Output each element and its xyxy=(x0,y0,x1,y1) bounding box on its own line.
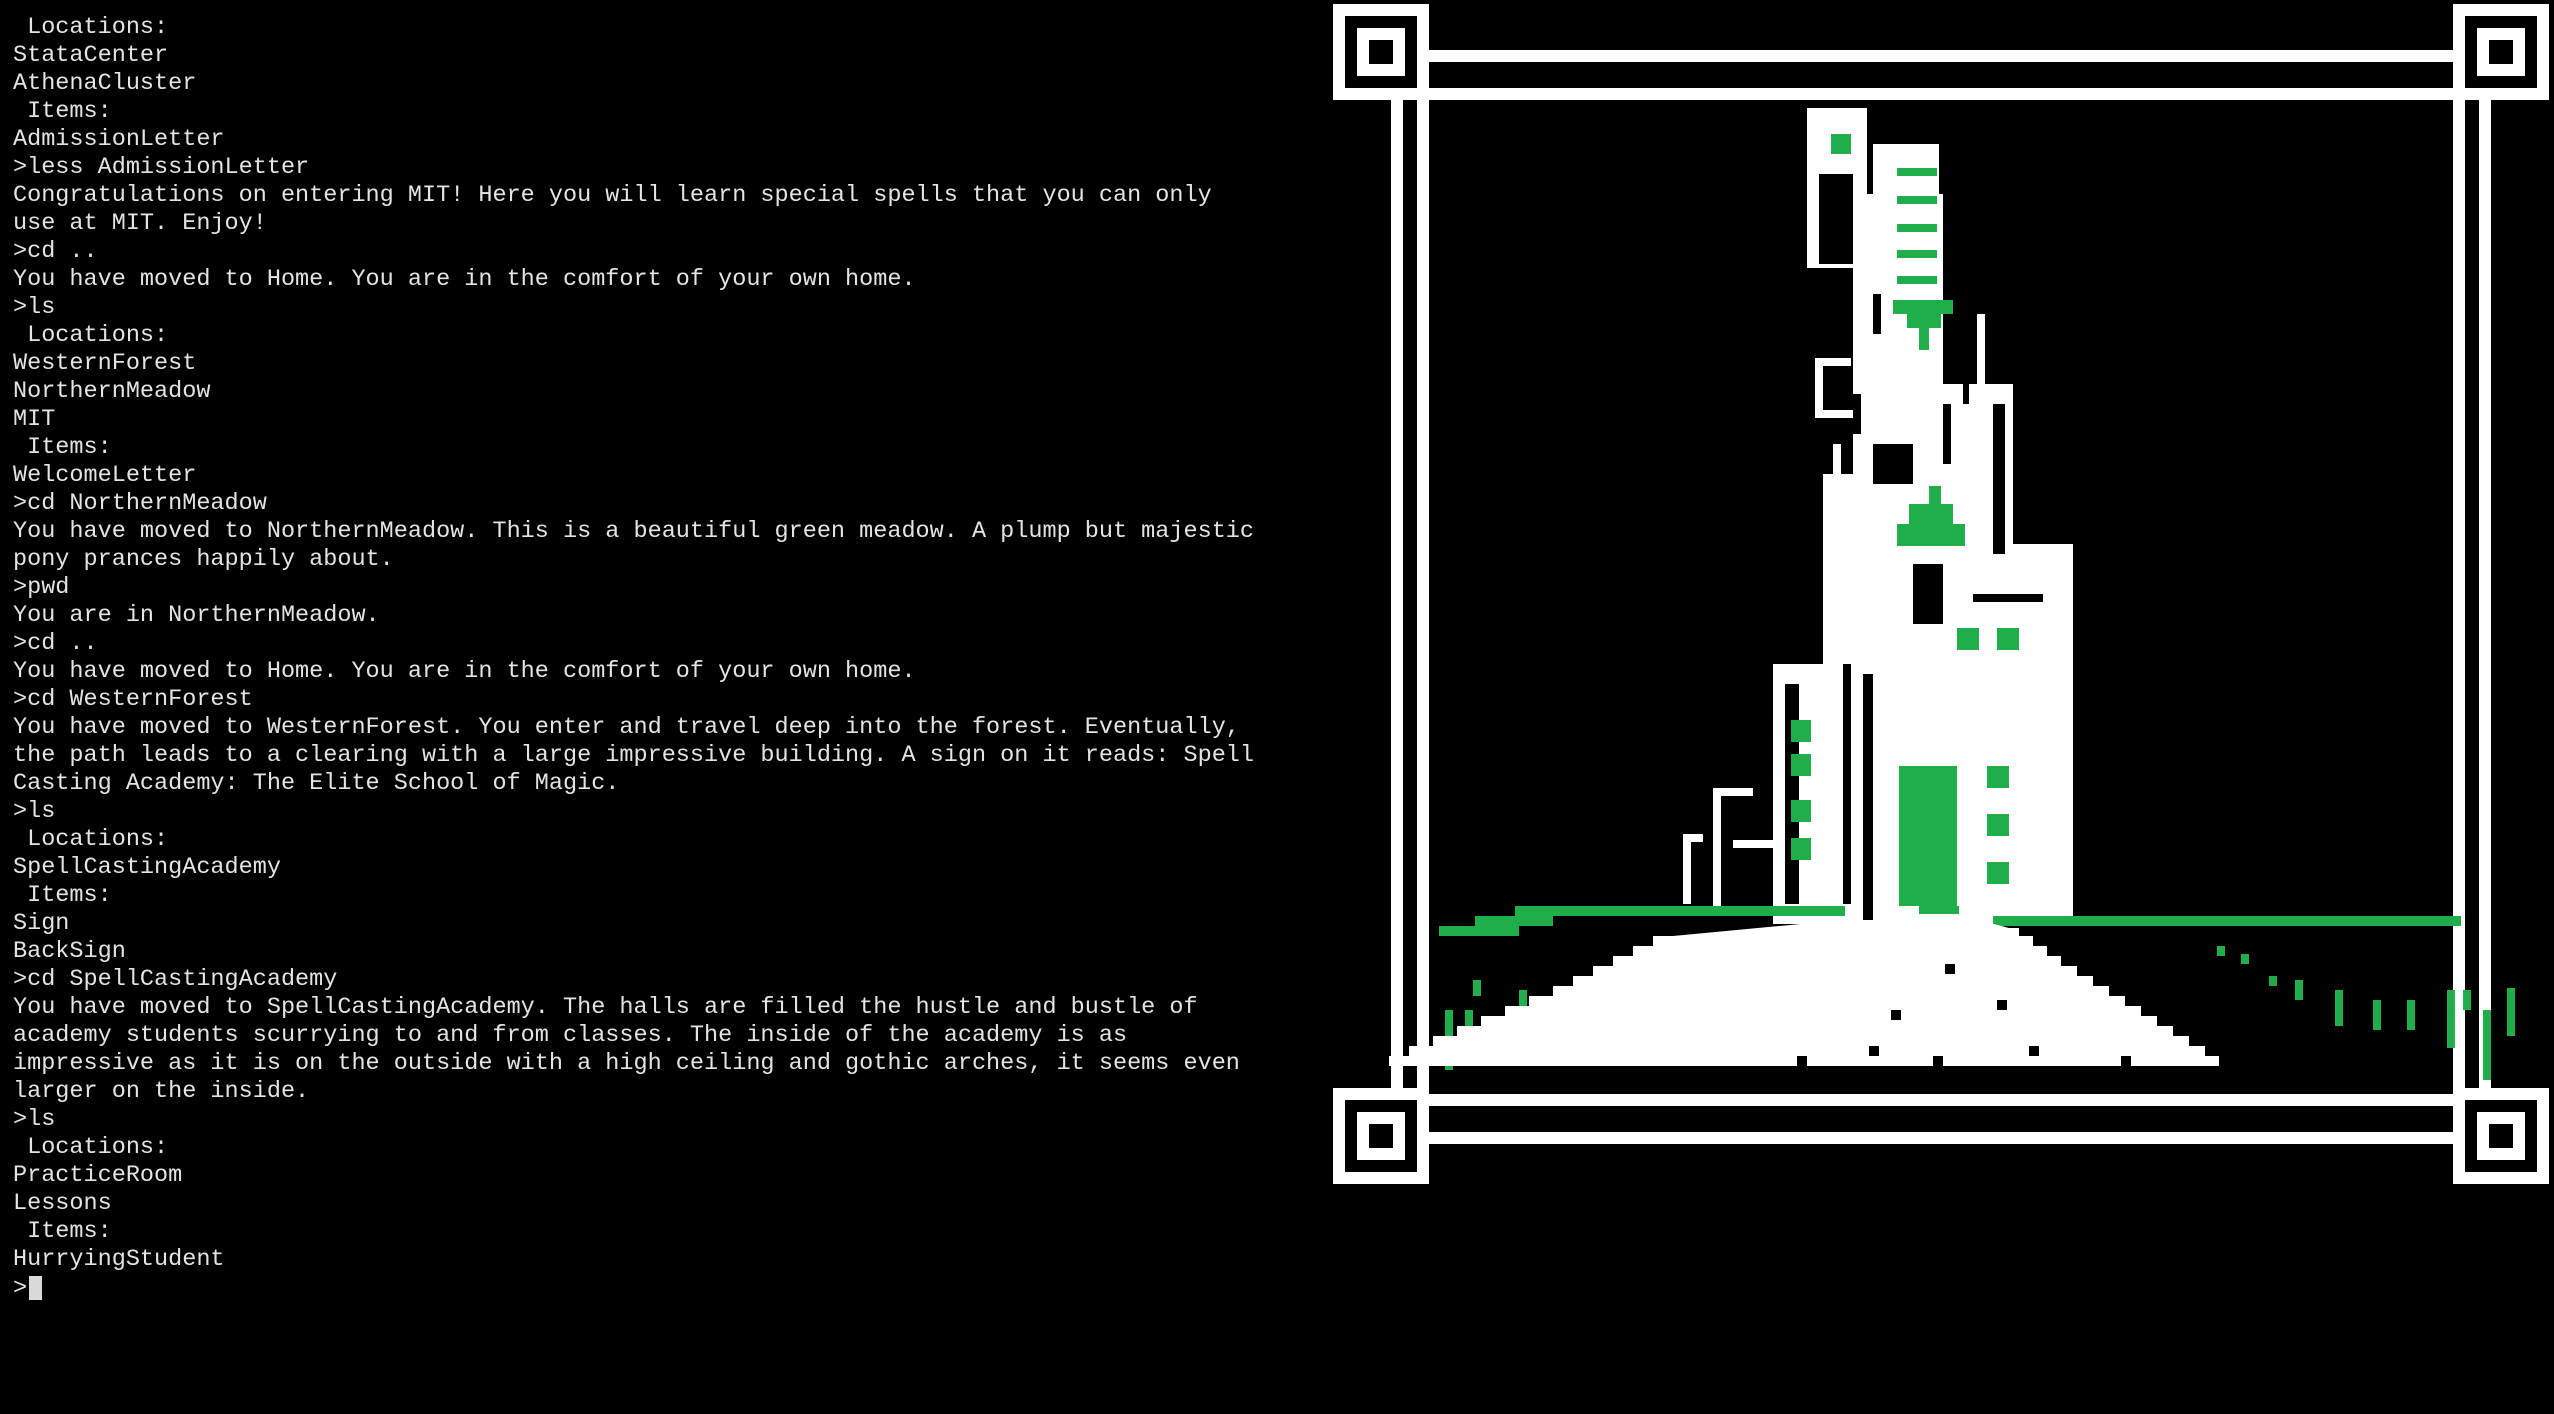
terminal-output-line: SpellCastingAcademy xyxy=(13,854,281,881)
terminal-output-line: academy students scurrying to and from c… xyxy=(13,1022,1128,1049)
terminal-output-line: You are in NorthernMeadow. xyxy=(13,602,380,629)
terminal-output-line: Items: xyxy=(13,434,112,461)
terminal-output-line: HurryingStudent xyxy=(13,1246,225,1273)
terminal-output-line: You have moved to Home. You are in the c… xyxy=(13,266,916,293)
terminal-output-line: PracticeRoom xyxy=(13,1162,183,1189)
terminal-output-line: Locations: xyxy=(13,826,169,853)
terminal-command-line: >cd .. xyxy=(13,630,98,657)
terminal-command-line: >ls xyxy=(13,798,56,825)
terminal-command-line: >less AdmissionLetter xyxy=(13,154,310,181)
terminal-output-line: Locations: xyxy=(13,1134,169,1161)
prompt-symbol: > xyxy=(13,1274,28,1302)
terminal-output-line: You have moved to Home. You are in the c… xyxy=(13,658,916,685)
terminal-output-line: You have moved to NorthernMeadow. This i… xyxy=(13,518,1255,545)
terminal-output-line: Casting Academy: The Elite School of Mag… xyxy=(13,770,620,797)
terminal-command-line: >ls xyxy=(13,1106,56,1133)
terminal-output-line: the path leads to a clearing with a larg… xyxy=(13,742,1255,769)
terminal-window[interactable]: Locations: StataCenter AthenaCluster Items… xyxy=(0,0,1320,1414)
terminal-output-line: Congratulations on entering MIT! Here yo… xyxy=(13,182,1212,209)
terminal-output-line: You have moved to WesternForest. You ent… xyxy=(13,714,1240,741)
terminal-command-line: >cd WesternForest xyxy=(13,686,253,713)
terminal-command-line: >pwd xyxy=(13,574,70,601)
terminal-output-line: Locations: xyxy=(13,14,169,41)
terminal-output-line: AthenaCluster xyxy=(13,70,197,97)
terminal-output-line: AdmissionLetter xyxy=(13,126,225,153)
location-art-panel xyxy=(1320,0,2554,1414)
terminal-command-line: >cd SpellCastingAcademy xyxy=(13,966,338,993)
terminal-output-line: Sign xyxy=(13,910,70,937)
terminal-output-line: larger on the inside. xyxy=(13,1078,310,1105)
terminal-output-line: NorthernMeadow xyxy=(13,378,211,405)
terminal-output-line: use at MIT. Enjoy! xyxy=(13,210,267,237)
academy-tower-illustration xyxy=(1333,4,2549,1184)
terminal-output-line: Lessons xyxy=(13,1190,112,1217)
terminal-output: Locations: StataCenter AthenaCluster Items… xyxy=(13,14,1320,1274)
terminal-output-line: WesternForest xyxy=(13,350,197,377)
path xyxy=(1389,920,2219,1066)
terminal-output-line: impressive as it is on the outside with … xyxy=(13,1050,1240,1077)
terminal-output-line: StataCenter xyxy=(13,42,169,69)
corner-bottom-right xyxy=(2453,1088,2549,1184)
terminal-output-line: MIT xyxy=(13,406,56,433)
terminal-output-line: Items: xyxy=(13,1218,112,1245)
terminal-command-line: >cd NorthernMeadow xyxy=(13,490,267,517)
terminal-command-line: >cd .. xyxy=(13,238,98,265)
corner-bottom-left xyxy=(1333,1088,1429,1184)
terminal-output-line: You have moved to SpellCastingAcademy. T… xyxy=(13,994,1198,1021)
corner-top-left xyxy=(1333,4,1429,100)
tower xyxy=(1683,108,2073,924)
command-prompt[interactable]: > xyxy=(13,1274,1320,1302)
terminal-output-line: Items: xyxy=(13,98,112,125)
terminal-output-line: BackSign xyxy=(13,938,126,965)
text-cursor xyxy=(29,1276,43,1300)
corner-top-right xyxy=(2453,4,2549,100)
terminal-output-line: Locations: xyxy=(13,322,169,349)
terminal-output-line: Items: xyxy=(13,882,112,909)
terminal-output-line: pony prances happily about. xyxy=(13,546,394,573)
terminal-output-line: WelcomeLetter xyxy=(13,462,197,489)
terminal-command-line: >ls xyxy=(13,294,56,321)
